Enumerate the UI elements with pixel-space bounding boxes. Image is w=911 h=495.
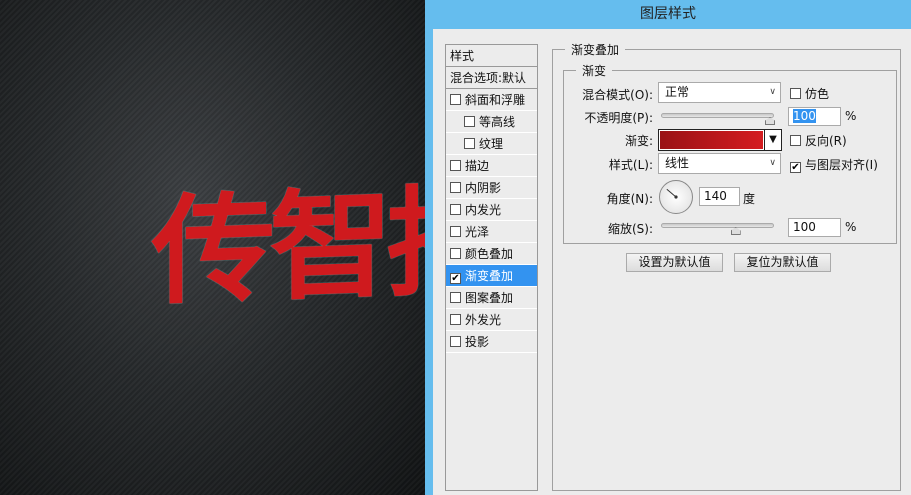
style-item-label: 颜色叠加 (465, 247, 514, 261)
opacity-unit: % (845, 109, 857, 123)
style-label: 样式(L): (608, 158, 653, 172)
style-item[interactable]: 外发光 (446, 309, 537, 331)
style-item-label: 渐变叠加 (465, 269, 514, 283)
style-item-label: 外发光 (465, 313, 502, 327)
checkbox-icon[interactable] (450, 248, 461, 259)
reverse-label: 反向(R) (805, 134, 847, 148)
checkbox-icon[interactable] (450, 160, 461, 171)
layer-style-dialog: 图层样式 样式混合选项:默认斜面和浮雕等高线纹理描边内阴影内发光光泽颜色叠加 ✔ 渐… (425, 0, 911, 495)
style-item-label: 投影 (465, 335, 490, 349)
angle-dial[interactable] (659, 180, 693, 214)
chevron-down-icon: ∨ (769, 158, 776, 168)
style-item[interactable]: 内阴影 (446, 177, 537, 199)
checkmark-icon: ✔ (790, 162, 801, 173)
checkmark-icon[interactable]: ✔ (450, 273, 461, 284)
angle-input[interactable]: 140 (699, 187, 740, 206)
reset-default-button[interactable]: 复位为默认值 (734, 253, 831, 272)
checkbox-icon (790, 88, 801, 99)
opacity-value: 100 (793, 109, 816, 123)
style-value: 线性 (665, 156, 690, 170)
dither-checkbox[interactable]: 仿色 (790, 85, 829, 102)
style-item-label: 光泽 (465, 225, 490, 239)
gradient-swatch[interactable] (659, 130, 764, 150)
style-item-label: 内阴影 (465, 181, 502, 195)
group-title: 渐变叠加 (571, 43, 620, 57)
style-item[interactable]: 投影 (446, 331, 537, 353)
style-item-label: 描边 (465, 159, 490, 173)
reverse-checkbox[interactable]: 反向(R) (790, 132, 847, 149)
angle-indicator-icon (666, 188, 678, 199)
blend-mode-select[interactable]: 正常 ∨ (658, 82, 781, 103)
angle-label: 角度(N): (606, 192, 653, 206)
gradient-dropdown-icon[interactable]: ▼ (764, 130, 781, 150)
scale-input[interactable]: 100 (788, 218, 841, 237)
align-label: 与图层对齐(I) (805, 158, 878, 172)
scale-label: 缩放(S): (607, 222, 653, 236)
style-item[interactable]: 等高线 (446, 111, 537, 133)
checkbox-icon[interactable] (464, 138, 475, 149)
style-item[interactable]: 描边 (446, 155, 537, 177)
style-item-label: 纹理 (479, 137, 504, 151)
style-item[interactable]: 图案叠加 (446, 287, 537, 309)
make-default-button[interactable]: 设置为默认值 (626, 253, 723, 272)
checkbox-icon[interactable] (450, 336, 461, 347)
style-select[interactable]: 线性 ∨ (658, 153, 781, 174)
checkbox-icon[interactable] (450, 226, 461, 237)
checkbox-icon[interactable] (450, 292, 461, 303)
dialog-title[interactable]: 图层样式 (425, 0, 911, 29)
style-item-label: 混合选项:默认 (450, 71, 527, 85)
blend-mode-value: 正常 (665, 85, 690, 99)
style-item[interactable]: 颜色叠加 (446, 243, 537, 265)
checkbox-icon[interactable] (450, 204, 461, 215)
opacity-slider[interactable] (661, 113, 775, 125)
style-item-label: 斜面和浮雕 (465, 93, 526, 107)
styles-list: 样式混合选项:默认斜面和浮雕等高线纹理描边内阴影内发光光泽颜色叠加 ✔ 渐变叠加图案… (445, 44, 538, 491)
scale-unit: % (845, 220, 857, 234)
artwork-text: 传智播 (151, 170, 425, 322)
style-item-label: 等高线 (479, 115, 516, 129)
blend-mode-label: 混合模式(O): (582, 88, 653, 102)
angle-unit: 度 (743, 192, 756, 206)
checkbox-icon (790, 135, 801, 146)
chevron-down-icon: ∨ (769, 87, 776, 97)
canvas: 传智播 (0, 0, 425, 495)
style-item[interactable]: 斜面和浮雕 (446, 89, 537, 111)
subgroup-title: 渐变 (582, 64, 607, 78)
checkbox-icon[interactable] (450, 314, 461, 325)
align-with-layer-checkbox[interactable]: ✔ 与图层对齐(I) (790, 156, 878, 173)
style-item-label: 内发光 (465, 203, 502, 217)
style-item[interactable]: 内发光 (446, 199, 537, 221)
style-item-label: 样式 (450, 49, 475, 63)
style-item[interactable]: 样式 (446, 45, 537, 67)
checkbox-icon[interactable] (450, 94, 461, 105)
dither-label: 仿色 (805, 87, 830, 101)
style-item[interactable]: 纹理 (446, 133, 537, 155)
gradient-picker[interactable]: ▼ (658, 129, 782, 151)
gradient-label: 渐变: (624, 134, 653, 148)
checkbox-icon[interactable] (464, 116, 475, 127)
opacity-input[interactable]: 100 (788, 107, 841, 126)
checkbox-icon[interactable] (450, 182, 461, 193)
style-item[interactable]: 混合选项:默认 (446, 67, 537, 89)
scale-slider[interactable] (661, 223, 774, 235)
style-item[interactable]: 光泽 (446, 221, 537, 243)
style-item[interactable]: ✔ 渐变叠加 (446, 265, 537, 287)
opacity-label: 不透明度(P): (584, 111, 653, 125)
style-item-label: 图案叠加 (465, 291, 514, 305)
